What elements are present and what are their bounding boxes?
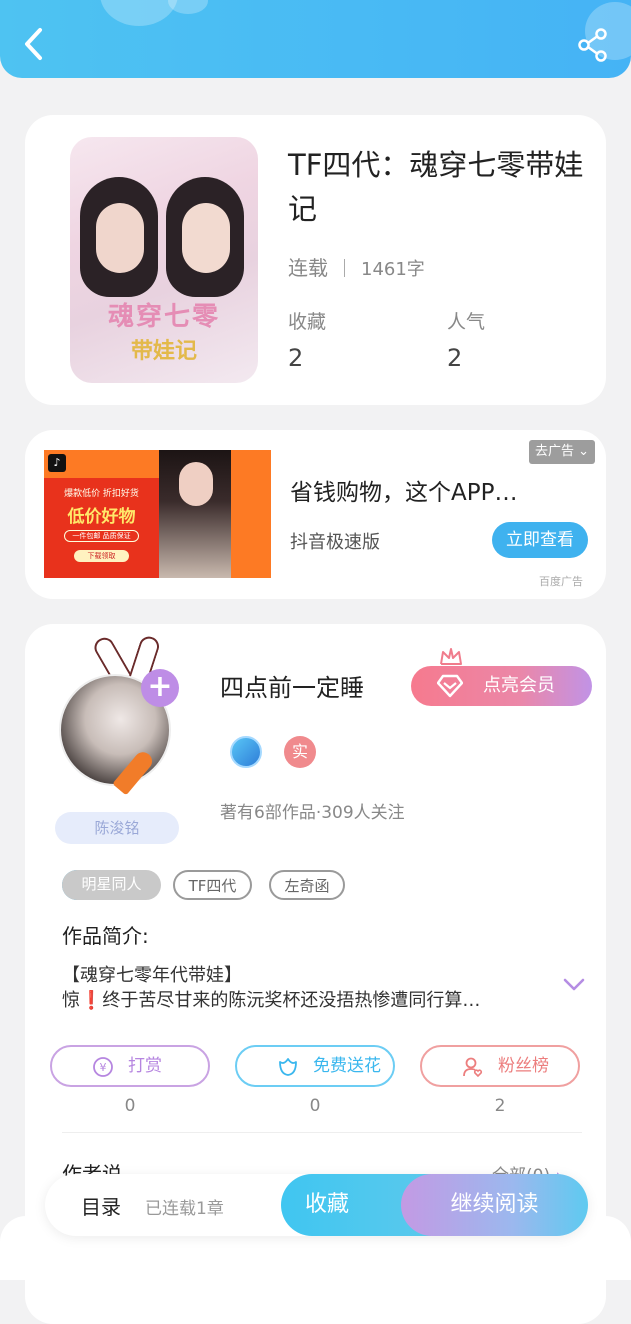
flower-icon [279, 1058, 297, 1076]
vip-button-label: 点亮会员 [483, 675, 555, 696]
intro-label: 作品简介: [62, 924, 149, 948]
coin-icon: ¥ [93, 1057, 113, 1077]
divider [344, 259, 345, 277]
ad-image-text: 一件包邮 品质保证 [64, 530, 139, 542]
ad-image[interactable]: ♪ 爆款低价 折扣好货 低价好物 一件包邮 品质保证 下载领取 [44, 450, 271, 578]
ad-person-face [179, 462, 213, 506]
book-status-row: 连载 1461字 [288, 252, 425, 281]
level-badge-icon[interactable] [230, 736, 262, 768]
cover-figure-face [96, 203, 144, 273]
intro-text-line: 惊❗终于苦尽甘来的陈沅奖杯还没捂热惨遭同行算… [62, 990, 481, 1011]
bottom-action-bar: 目录 已连载1章 收藏 继续阅读 [45, 1174, 588, 1236]
flower-count: 0 [309, 1096, 321, 1116]
book-info-card: 魂穿七零 带娃记 TF四代：魂穿七零带娃记 连载 1461字 收藏 2 人气 2 [25, 115, 606, 405]
fan-rank-label: 粉丝榜 [498, 1056, 549, 1076]
popularity-label: 人气 [447, 311, 486, 333]
nickname-badge: 陈浚铭 [55, 812, 179, 844]
reward-label: 打赏 [128, 1056, 162, 1076]
fan-count: 2 [494, 1096, 506, 1116]
cover-title-art: 魂穿七零 [107, 302, 220, 332]
free-flower-label: 免费送花 [313, 1056, 381, 1076]
chevron-down-icon: ⌄ [578, 444, 589, 459]
tag-item[interactable]: 明星同人 [62, 870, 161, 900]
serial-status: 连载 [288, 256, 328, 280]
popularity-stat: 人气 2 [447, 307, 485, 372]
ad-card[interactable]: ♪ 爆款低价 折扣好货 低价好物 一件包邮 品质保证 下载领取 去广告 ⌄ 省钱… [25, 430, 606, 599]
ad-image-headline: 低价好物 [67, 507, 136, 527]
ad-brand: 抖音极速版 [290, 532, 380, 553]
ad-person-photo [159, 450, 231, 578]
cover-figure-face [182, 203, 230, 273]
diamond-icon [437, 674, 463, 698]
popularity-value: 2 [447, 344, 463, 372]
continue-reading-button[interactable]: 继续阅读 [401, 1174, 588, 1236]
word-count: 1461字 [361, 259, 425, 280]
cover-subtitle-art: 带娃记 [130, 339, 197, 364]
real-name-badge[interactable]: 实 [284, 736, 316, 768]
book-title: TF四代：魂穿七零带娃记 [288, 148, 584, 226]
intro-text-line: 【魂穿七零年代带娃】 [62, 965, 242, 986]
ad-view-now-button[interactable]: 立即查看 [492, 522, 588, 558]
table-of-contents-button[interactable]: 目录 [81, 1191, 121, 1220]
activate-vip-button[interactable]: 点亮会员 [411, 666, 592, 706]
remove-ad-label: 去广告 [534, 444, 574, 459]
back-arrow-icon[interactable] [18, 24, 52, 64]
ad-title: 省钱购物，这个APP… [290, 480, 518, 506]
header-bubble-decoration [100, 0, 178, 26]
chapter-count: 已连载1章 [145, 1199, 224, 1219]
tag-item[interactable]: TF四代 [173, 870, 252, 900]
follow-plus-button[interactable]: + [141, 669, 179, 707]
chevron-down-icon[interactable] [563, 978, 585, 992]
divider [62, 1132, 582, 1133]
author-name[interactable]: 四点前一定睡 [220, 668, 364, 703]
svg-text:¥: ¥ [100, 1061, 107, 1074]
reward-button[interactable]: ¥ 打赏 [50, 1045, 210, 1087]
ad-source-label: 百度广告 [539, 575, 583, 588]
book-cover-image[interactable]: 魂穿七零 带娃记 [70, 137, 258, 383]
tag-list: 明星同人 TF四代 左奇函 + [62, 870, 345, 900]
crown-icon [440, 648, 462, 665]
ad-image-button: 下载领取 [74, 550, 129, 562]
favorites-label: 收藏 [288, 311, 327, 333]
ad-image-banner: 爆款低价 折扣好货 低价好物 一件包邮 品质保证 下载领取 [44, 478, 159, 578]
free-flower-button[interactable]: 免费送花 [235, 1045, 395, 1087]
reward-count: 0 [124, 1096, 136, 1116]
remove-ad-button[interactable]: 去广告 ⌄ [528, 440, 595, 464]
top-header [0, 0, 631, 78]
favorites-value: 2 [288, 344, 304, 372]
tiktok-logo-icon: ♪ [48, 454, 66, 472]
tag-item[interactable]: 左奇函 [269, 870, 345, 900]
fan-rank-button[interactable]: 粉丝榜 [420, 1045, 580, 1087]
favorites-stat: 收藏 2 [288, 307, 326, 372]
fan-icon [463, 1057, 483, 1078]
ad-image-text: 爆款低价 折扣好货 [64, 489, 139, 499]
header-bubble-decoration [168, 0, 208, 14]
author-works-info: 著有6部作品·309人关注 [220, 803, 405, 823]
share-icon[interactable] [577, 28, 609, 62]
